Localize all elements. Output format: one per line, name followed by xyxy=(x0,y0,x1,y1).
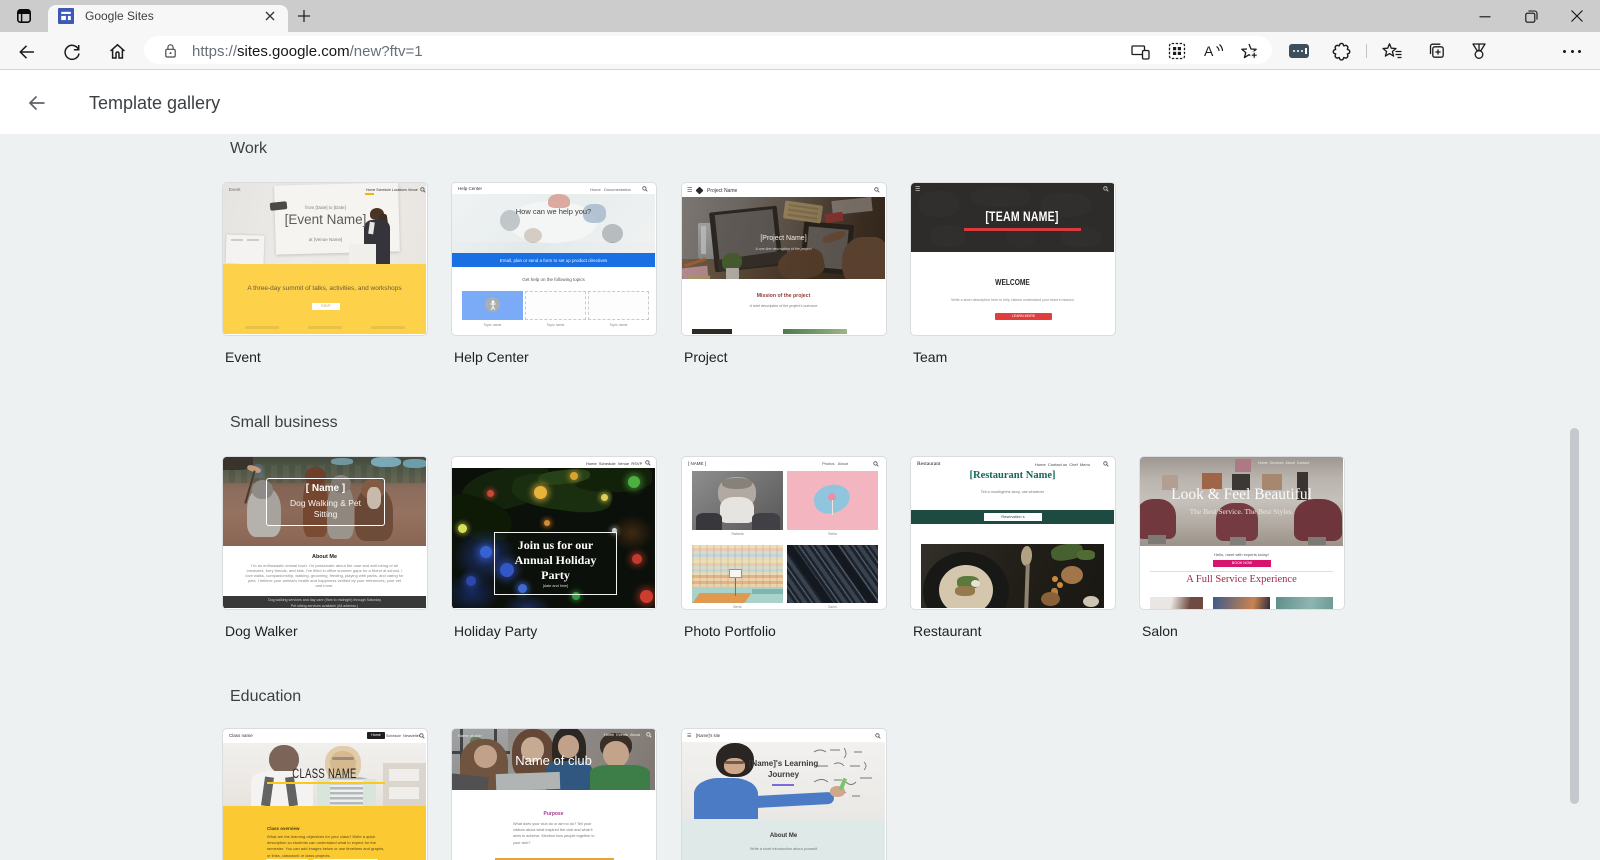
svg-text:A: A xyxy=(1204,43,1214,59)
